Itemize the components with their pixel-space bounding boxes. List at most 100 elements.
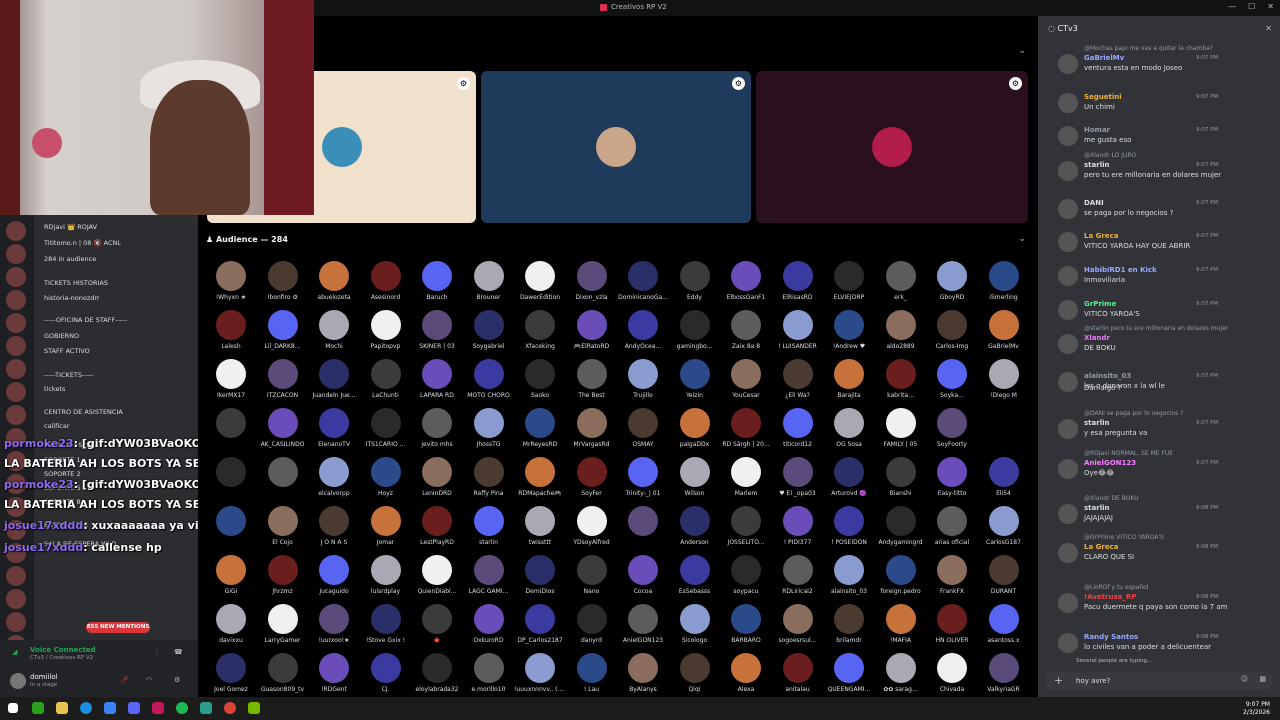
audience-member[interactable]: AndyOcea... — [618, 310, 668, 359]
channel-item[interactable]: GOBIERNO — [44, 332, 79, 340]
server-icon[interactable] — [6, 336, 26, 356]
audience-member[interactable]: ELVIEJORP — [824, 261, 874, 310]
audience-member[interactable]: CJ. — [361, 653, 411, 702]
audience-member[interactable]: Raffy Pina — [464, 457, 514, 506]
audience-member[interactable]: ! POSEIDON — [824, 506, 874, 555]
audience-member[interactable]: 🍁 — [412, 604, 462, 653]
audience-member[interactable]: 🎮ElRatoRD — [567, 310, 617, 359]
audience-member[interactable]: OSMAY — [618, 408, 668, 457]
reply-preview[interactable]: @Xlandr LO JURO — [1084, 152, 1136, 159]
audience-member[interactable]: Qiqi — [670, 653, 720, 702]
audience-member[interactable]: Eli54 — [979, 457, 1029, 506]
audience-member[interactable]: LAGC GAMI... — [464, 555, 514, 604]
discord-icon[interactable] — [128, 702, 140, 714]
reply-preview[interactable]: @DANI se paga por lo negocios ? — [1084, 410, 1183, 417]
audience-member[interactable]: SoyFoorty — [927, 408, 977, 457]
audience-member[interactable]: RDMapache🎮 — [515, 457, 565, 506]
channel-item[interactable]: historia-nonozdrr — [44, 294, 100, 302]
audience-member[interactable]: Jucaguido — [309, 555, 359, 604]
audience-member[interactable]: LestPlayRD — [412, 506, 462, 555]
disconnect-icon[interactable]: ☎ — [174, 648, 183, 656]
clock-time[interactable]: 9:07 PM — [1246, 701, 1270, 708]
audience-member[interactable]: BARBARO — [721, 604, 771, 653]
channel-item[interactable]: SOPORTE 2 — [44, 470, 81, 478]
audience-member[interactable]: kabrita... — [876, 359, 926, 408]
audience-member[interactable]: ♥ El _opa03 — [773, 457, 823, 506]
audience-member[interactable]: eloylabrada32 — [412, 653, 462, 702]
avatar[interactable] — [1058, 633, 1078, 653]
audience-member[interactable]: LeninDRD — [412, 457, 462, 506]
emoji-icon[interactable]: ☺ — [1241, 675, 1248, 683]
audience-member[interactable]: SKINER | 03 — [412, 310, 462, 359]
audience-member[interactable]: YouCesar — [721, 359, 771, 408]
server-icon[interactable] — [6, 566, 26, 586]
channel-item[interactable]: STAFF ACTIVO — [44, 347, 90, 355]
avatar[interactable] — [1058, 419, 1078, 439]
server-icon[interactable] — [6, 612, 26, 632]
audience-member[interactable]: Juandeln Jue... — [309, 359, 359, 408]
audience-member[interactable]: ElenanoTV — [309, 408, 359, 457]
spotify-icon[interactable] — [176, 702, 188, 714]
audience-member[interactable]: ITZCACON — [258, 359, 308, 408]
audience-member[interactable]: JOSSELITO... — [721, 506, 771, 555]
audience-member[interactable] — [206, 506, 256, 555]
audience-member[interactable]: Jhrzmz — [258, 555, 308, 604]
audience-member[interactable]: RDLiricaI2 — [773, 555, 823, 604]
user-name[interactable]: domiilol — [30, 673, 58, 681]
message-author[interactable]: starlin — [1084, 161, 1109, 169]
audience-member[interactable]: Dixon_vzla — [567, 261, 617, 310]
audience-member[interactable]: MOTO CHORO — [464, 359, 514, 408]
server-icon[interactable] — [6, 221, 26, 241]
chevron-down-icon[interactable]: ⌄ — [1018, 46, 1026, 56]
audience-member[interactable]: LaChunti — [361, 359, 411, 408]
audience-member[interactable]: Asesinord — [361, 261, 411, 310]
audience-member[interactable]: Bianshi — [876, 457, 926, 506]
audience-member[interactable]: iSmerling — [979, 261, 1029, 310]
audience-member[interactable]: EsSebasss — [670, 555, 720, 604]
stage-speaker-tile[interactable]: ⚙ — [481, 71, 751, 223]
audience-member[interactable]: DemiDios — [515, 555, 565, 604]
audience-member[interactable]: Arturovd 🟣 — [824, 457, 874, 506]
avatar[interactable] — [1058, 334, 1078, 354]
audience-member[interactable]: Guason809_tv — [258, 653, 308, 702]
message-author[interactable]: starlin — [1084, 504, 1109, 512]
audience-member[interactable]: !uurxoo!★ — [309, 604, 359, 653]
audience-member[interactable]: abuelozeta — [309, 261, 359, 310]
audience-member[interactable]: Hoyz — [361, 457, 411, 506]
channel-item[interactable]: -----OFICINA DE STAFF----- — [44, 316, 127, 324]
audience-member[interactable]: !Diego M — [979, 359, 1029, 408]
clock-date[interactable]: 2/3/2026 — [1243, 709, 1270, 716]
audience-member[interactable]: arias oficial — [927, 506, 977, 555]
message-author[interactable]: Homar — [1084, 126, 1110, 134]
audience-member[interactable]: Marlem — [721, 457, 771, 506]
message-author[interactable]: HabibiRD1 en Kick — [1084, 266, 1157, 274]
audience-member[interactable]: Andygamingrd — [876, 506, 926, 555]
audience-member[interactable]: Barajita — [824, 359, 874, 408]
audience-member[interactable]: DP_Carlos2187 — [515, 604, 565, 653]
audience-member[interactable]: YDsoyAlfred — [567, 506, 617, 555]
audience-member[interactable]: Lil_DARK8... — [258, 310, 308, 359]
audience-member[interactable]: ByAlanys — [618, 653, 668, 702]
audience-member[interactable]: !MAFIA — [876, 604, 926, 653]
audience-member[interactable]: Nano — [567, 555, 617, 604]
message-author[interactable]: La Greca — [1084, 232, 1118, 240]
audience-member[interactable]: danyrd — [567, 604, 617, 653]
audience-member[interactable]: SoyFer — [567, 457, 617, 506]
audience-member[interactable]: Yeizin — [670, 359, 720, 408]
maximize-icon[interactable]: ☐ — [1248, 2, 1255, 11]
audience-member[interactable]: QUEENGAMI... — [824, 653, 874, 702]
audience-member[interactable]: foreign.pedro — [876, 555, 926, 604]
avatar[interactable] — [1058, 459, 1078, 479]
channel-item[interactable]: RDjavi 👑 ROJAV — [44, 223, 97, 231]
message-author[interactable]: alainsito_03 — [1084, 372, 1131, 380]
audience-member[interactable]: davixxu — [206, 604, 256, 653]
windows-start-icon[interactable] — [8, 703, 18, 713]
audience-member[interactable]: CarlosG187 — [979, 506, 1029, 555]
audience-member[interactable]: J O N A S — [309, 506, 359, 555]
message-author[interactable]: starlin — [1084, 419, 1109, 427]
channel-item[interactable]: CENTRO DE ASISTENCIA — [44, 408, 123, 416]
audience-member[interactable]: Brouner — [464, 261, 514, 310]
audience-member[interactable]: LarryGamer — [258, 604, 308, 653]
audience-member[interactable]: Lalesh — [206, 310, 256, 359]
channel-item[interactable]: TICKETS HISTORIAS — [44, 279, 108, 287]
